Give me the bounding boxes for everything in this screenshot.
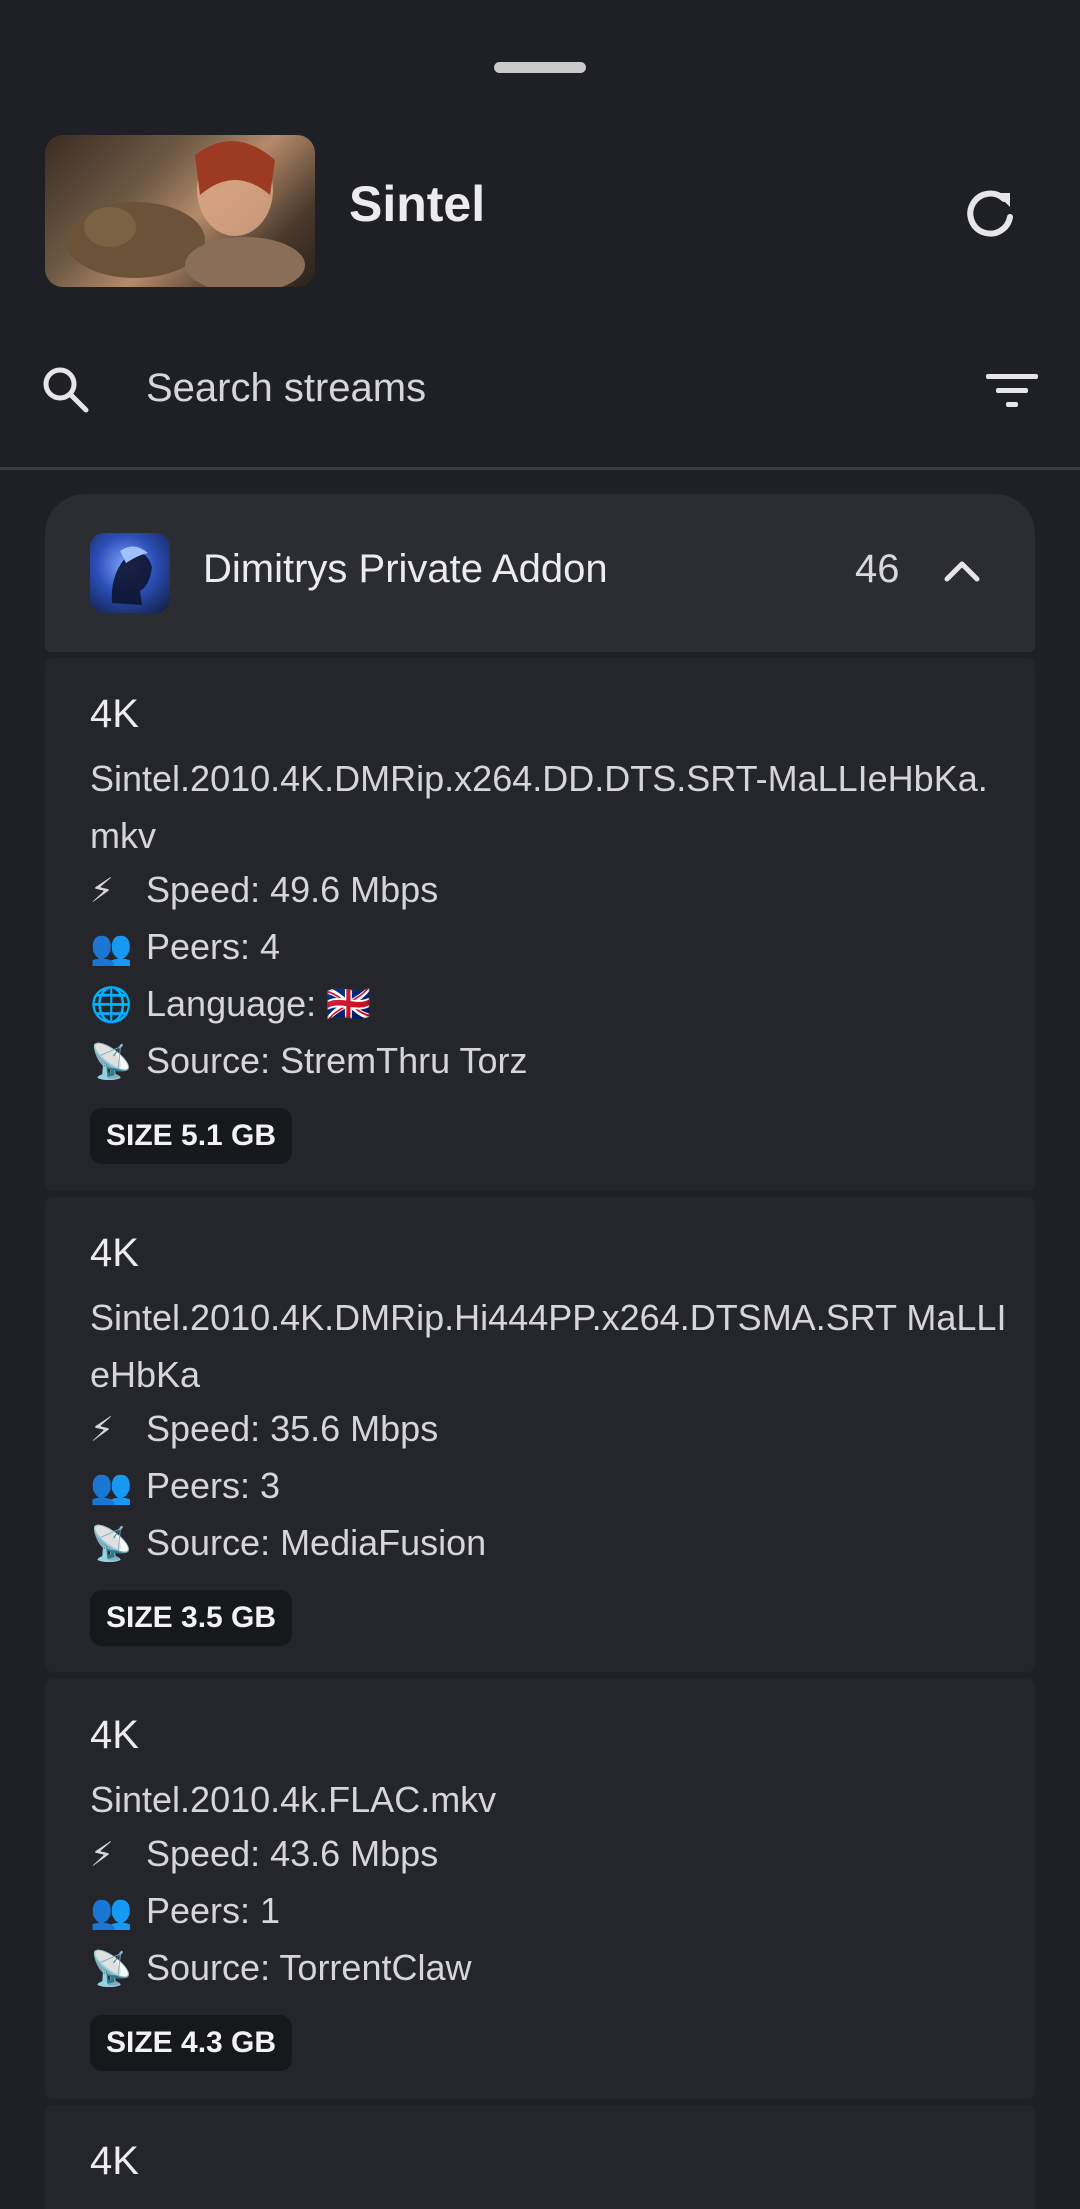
speed-line: ⚡ Speed: 49.6 Mbps	[90, 865, 438, 915]
peers-text: Peers: 3	[146, 1465, 281, 1506]
refresh-icon[interactable]	[960, 183, 1020, 243]
size-badge: SIZE 4.3 GB	[90, 2015, 293, 2071]
speed-line: ⚡ Speed: 35.6 Mbps	[90, 1404, 438, 1454]
quality-label: 4K	[90, 2139, 139, 2183]
peers-text: Peers: 4	[146, 926, 281, 967]
source-text: Source: MediaFusion	[146, 1522, 487, 1563]
quality-label: 4K	[90, 1713, 139, 1757]
chevron-up-icon[interactable]	[937, 546, 987, 596]
globe-icon: 🌐	[90, 986, 133, 1024]
peers-line: 👥 Peers: 4	[90, 922, 280, 972]
source-line: 📡 Source: TorrentClaw	[90, 1943, 471, 1993]
addon-logo-icon	[90, 533, 170, 613]
peers-icon: 👥	[90, 1893, 133, 1931]
sheet-drag-handle[interactable]	[494, 62, 586, 73]
peers-line: 👥 Peers: 1	[90, 1886, 280, 1936]
satellite-icon: 📡	[90, 1043, 133, 1081]
stream-card[interactable]: 4K	[45, 2105, 1035, 2209]
search-bar[interactable]: Search streams	[0, 350, 1080, 470]
search-input[interactable]: Search streams	[146, 366, 426, 411]
filter-icon[interactable]	[984, 370, 1040, 412]
page-title: Sintel	[349, 176, 486, 232]
speed-text: Speed: 35.6 Mbps	[146, 1408, 439, 1449]
stream-filename: Sintel.2010.4K.DMRip.Hi444PP.x264.DTSMA.…	[90, 1297, 1007, 1395]
satellite-icon: 📡	[90, 1950, 133, 1988]
speed-text: Speed: 43.6 Mbps	[146, 1833, 439, 1874]
peers-text: Peers: 1	[146, 1890, 281, 1931]
peers-icon: 👥	[90, 929, 133, 967]
quality-label: 4K	[90, 692, 139, 736]
divider	[0, 467, 1080, 470]
movie-poster	[45, 135, 315, 287]
header: Sintel	[0, 135, 1080, 287]
addon-name: Dimitrys Private Addon	[203, 547, 608, 591]
lightning-icon: ⚡	[90, 1411, 114, 1449]
addon-group-header[interactable]: Dimitrys Private Addon 46	[45, 494, 1035, 652]
source-line: 📡 Source: StremThru Torz	[90, 1036, 527, 1086]
language-line: 🌐 Language: 🇬🇧	[90, 979, 371, 1029]
lightning-icon: ⚡	[90, 1836, 114, 1874]
peers-line: 👥 Peers: 3	[90, 1461, 280, 1511]
quality-label: 4K	[90, 1231, 139, 1275]
satellite-icon: 📡	[90, 1525, 133, 1563]
search-icon	[38, 362, 94, 418]
stream-card[interactable]: 4K Sintel.2010.4k.FLAC.mkv ⚡ Speed: 43.6 …	[45, 1679, 1035, 2099]
size-badge: SIZE 5.1 GB	[90, 1108, 293, 1164]
size-badge: SIZE 3.5 GB	[90, 1590, 293, 1646]
source-text: Source: StremThru Torz	[146, 1040, 528, 1081]
stream-filename: Sintel.2010.4k.FLAC.mkv	[90, 1779, 497, 1820]
language-text: Language: 🇬🇧	[146, 983, 371, 1024]
stream-count: 46	[855, 547, 900, 591]
stream-filename: Sintel.2010.4K.DMRip.x264.DD.DTS.SRT-MaL…	[90, 758, 988, 856]
source-text: Source: TorrentClaw	[146, 1947, 472, 1988]
speed-line: ⚡ Speed: 43.6 Mbps	[90, 1829, 438, 1879]
speed-text: Speed: 49.6 Mbps	[146, 869, 439, 910]
stream-card[interactable]: 4K Sintel.2010.4K.DMRip.x264.DD.DTS.SRT-…	[45, 658, 1035, 1191]
stream-card[interactable]: 4K Sintel.2010.4K.DMRip.Hi444PP.x264.DTS…	[45, 1197, 1035, 1672]
peers-icon: 👥	[90, 1468, 133, 1506]
lightning-icon: ⚡	[90, 872, 114, 910]
source-line: 📡 Source: MediaFusion	[90, 1518, 486, 1568]
